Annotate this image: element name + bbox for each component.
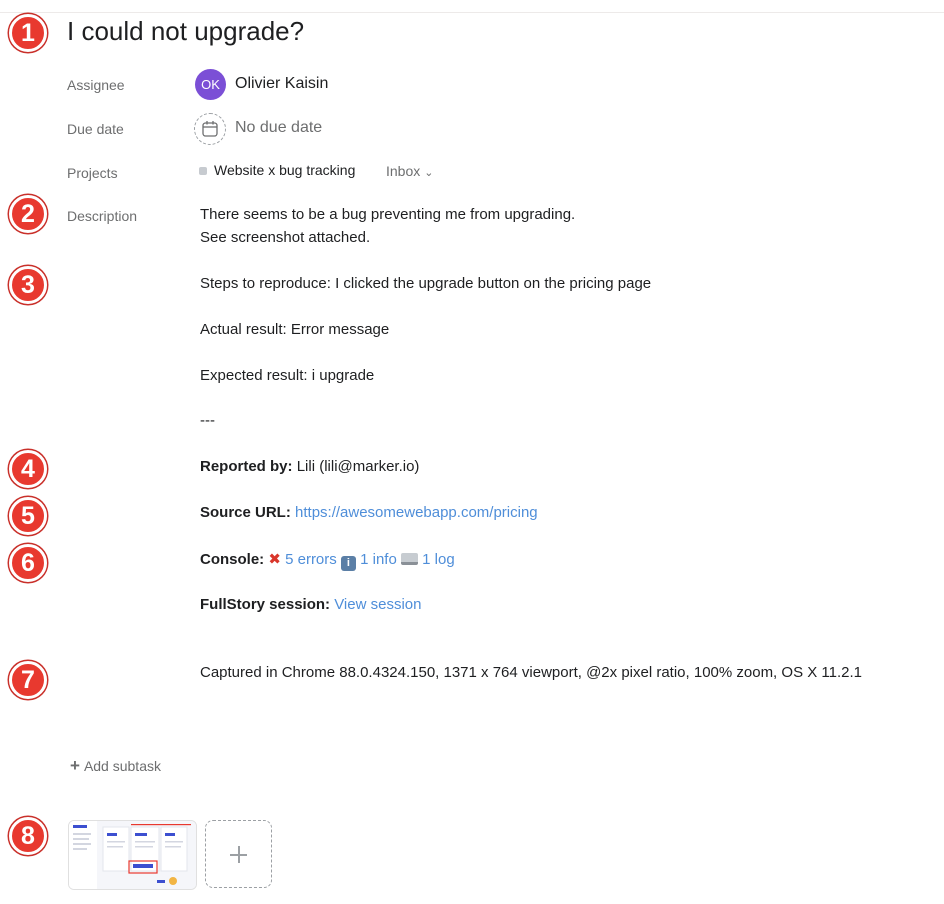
thumbnail-preview-image [69,821,196,889]
console-label: Console: [200,551,265,568]
reported-by: Reported by: Lili (lili@marker.io) [200,458,419,475]
top-divider [0,12,944,13]
annotation-marker-3: 3 [9,266,47,304]
annotation-marker-6: 6 [9,544,47,582]
add-subtask-button[interactable]: + Add subtask [70,756,161,776]
expected-result: Expected result: i upgrade [200,367,375,384]
steps-to-reproduce: Steps to reproduce: I clicked the upgrad… [200,275,652,292]
description-line: There seems to be a bug preventing me fr… [200,206,576,223]
description-label: Description [67,208,138,224]
project-color-dot [199,167,207,175]
source-url: Source URL: https://awesomewebapp.com/pr… [200,504,538,521]
projects-label: Projects [67,165,118,181]
console-summary: Console: ✖ 5 errors i 1 info 1 log [200,550,455,571]
annotation-marker-5: 5 [9,497,47,535]
annotation-marker-1: 1 [9,14,47,52]
annotation-marker-8: 8 [9,817,47,855]
description-line: See screenshot attached. [200,229,371,246]
assignee-name[interactable]: Olivier Kaisin [235,75,328,93]
annotation-marker-2: 2 [9,195,47,233]
due-date-label: Due date [67,121,124,137]
plus-icon: + [70,756,80,775]
fullstory-label: FullStory session: [200,596,331,613]
source-url-link[interactable]: https://awesomewebapp.com/pricing [295,504,538,521]
capture-environment: Captured in Chrome 88.0.4324.150, 1371 x… [200,664,862,681]
due-date-button[interactable] [194,113,226,145]
screenshot-attachment-thumbnail[interactable] [68,820,197,890]
error-x-icon: ✖ [268,551,281,568]
avatar[interactable]: OK [195,69,226,100]
laptop-log-icon [401,553,418,565]
source-url-label: Source URL: [200,504,291,521]
chevron-down-icon: ⌄ [424,167,434,179]
project-name[interactable]: Website x bug tracking [214,162,355,178]
actual-result: Actual result: Error message [200,321,390,338]
assignee-label: Assignee [67,77,125,93]
project-section-label: Inbox [386,163,421,179]
annotation-marker-7: 7 [9,661,47,699]
due-date-value[interactable]: No due date [235,119,322,137]
console-info-link[interactable]: 1 info [360,551,397,568]
task-title[interactable]: I could not upgrade? [67,16,304,47]
project-section-dropdown[interactable]: Inbox ⌄ [386,163,433,179]
add-attachment-button[interactable] [205,820,272,888]
info-icon: i [340,556,356,571]
console-errors-link[interactable]: 5 errors [285,551,337,568]
calendar-icon [202,121,218,137]
add-subtask-label: Add subtask [83,758,161,774]
reported-by-value: Lili (lili@marker.io) [296,458,420,475]
separator-text: --- [200,412,215,429]
fullstory-link[interactable]: View session [334,596,421,613]
fullstory-session: FullStory session: View session [200,596,421,613]
console-log-link[interactable]: 1 log [422,551,455,568]
reported-by-label: Reported by: [200,458,293,475]
annotation-marker-4: 4 [9,450,47,488]
